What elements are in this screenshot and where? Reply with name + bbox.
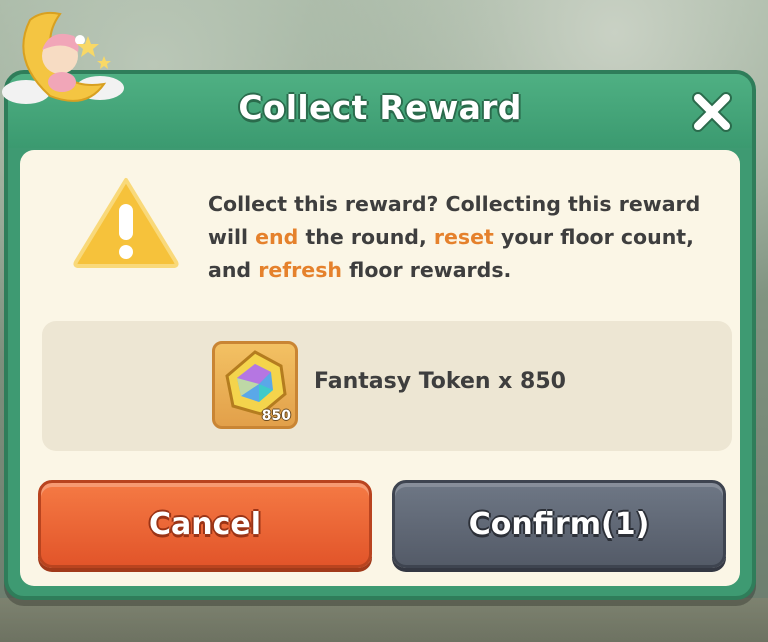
close-button[interactable] [688, 88, 736, 136]
close-icon [692, 92, 732, 132]
warning-icon [73, 178, 179, 268]
dialog-body: Collect this reward? Collecting this rew… [20, 150, 740, 586]
collect-reward-dialog: Collect Reward Collect this reward? Coll… [4, 70, 756, 600]
reward-box: 850 Fantasy Token x 850 [42, 321, 732, 451]
background-floor [0, 598, 768, 642]
confirm-button-label: Confirm(1) [468, 506, 650, 542]
reward-message: Collect this reward? Collecting this rew… [208, 192, 701, 282]
sleeping-moon-mascot-icon [2, 11, 124, 104]
highlight-refresh: refresh [258, 258, 342, 282]
reward-label: Fantasy Token x 850 [314, 369, 566, 394]
highlight-reset: reset [433, 225, 494, 249]
cancel-button-label: Cancel [148, 506, 262, 542]
cancel-button[interactable]: Cancel [38, 480, 372, 568]
highlight-end: end [255, 225, 299, 249]
confirm-button[interactable]: Confirm(1) [392, 480, 726, 568]
token-count-badge: 850 [261, 408, 291, 424]
reward-item[interactable]: 850 [212, 341, 298, 429]
